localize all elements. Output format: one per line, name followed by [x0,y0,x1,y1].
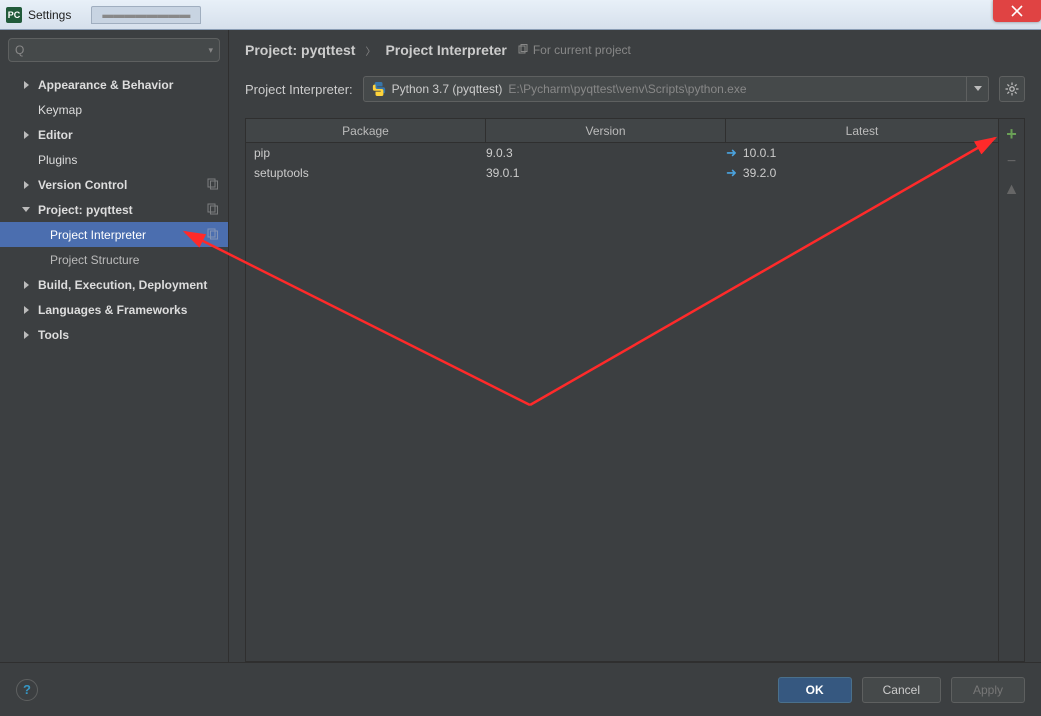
sidebar-item[interactable]: Appearance & Behavior [0,72,228,97]
cell-latest: ➜ 10.0.1 [726,145,998,161]
breadcrumb-hint-text: For current project [533,43,631,57]
sidebar-item[interactable]: Plugins [0,147,228,172]
breadcrumb: Project: pyqttest 〉 Project Interpreter … [245,42,1025,58]
cell-latest: ➜ 39.2.0 [726,165,998,181]
main-panel: Project: pyqttest 〉 Project Interpreter … [229,30,1041,662]
app-icon: PC [6,7,22,23]
breadcrumb-project: Project: pyqttest [245,42,355,58]
gear-icon [1005,82,1019,96]
interpreter-select[interactable]: Python 3.7 (pyqttest) E:\Pycharm\pyqttes… [363,76,989,102]
copy-icon [517,44,529,56]
upgrade-package-button[interactable]: ▲ [1003,181,1021,199]
sidebar-item-project-interpreter[interactable]: Project Interpreter [0,222,228,247]
sidebar-item-label: Tools [38,328,69,342]
sidebar-item-label: Appearance & Behavior [38,78,173,92]
cell-latest-value: 39.2.0 [743,166,776,180]
project-badge-icon [206,202,220,216]
sidebar-item[interactable]: Build, Execution, Deployment [0,272,228,297]
table-row[interactable]: pip9.0.3➜ 10.0.1 [246,143,998,163]
interpreter-row: Project Interpreter: Python 3.7 (pyqttes… [245,76,1025,102]
sidebar-item-label: Version Control [38,178,127,192]
settings-tree: Appearance & Behavior Keymap Editor Plugins… [0,66,228,662]
sidebar-item[interactable]: Keymap [0,97,228,122]
sidebar-item[interactable]: Project Structure [0,247,228,272]
table-body: pip9.0.3➜ 10.0.1 setuptools39.0.1➜ 39.2.0 [246,143,998,183]
col-package[interactable]: Package [246,119,486,142]
interpreter-label: Project Interpreter: [245,82,353,97]
upgrade-arrow-icon: ➜ [726,145,737,161]
chevron-down-icon [974,86,982,92]
col-version[interactable]: Version [486,119,726,142]
sidebar-item-label: Editor [38,128,73,142]
upgrade-arrow-icon: ➜ [726,165,737,181]
sidebar-item-label: Build, Execution, Deployment [38,278,207,292]
chevron-right-icon: 〉 [365,43,375,58]
footer: ? OK Cancel Apply [0,662,1041,716]
interpreter-settings-button[interactable] [999,76,1025,102]
search-input-wrapper[interactable]: Q ▾ [8,38,220,62]
table-row[interactable]: setuptools39.0.1➜ 39.2.0 [246,163,998,183]
col-latest[interactable]: Latest [726,119,998,142]
apply-button[interactable]: Apply [951,677,1025,703]
table-header: Package Version Latest [246,119,998,143]
cell-package: setuptools [246,166,486,180]
sidebar-item[interactable]: Version Control [0,172,228,197]
sidebar-item-label: Project Structure [50,253,139,267]
cell-latest-value: 10.0.1 [743,146,776,160]
interpreter-name: Python 3.7 (pyqttest) [392,82,503,96]
sidebar-item-label: Project Interpreter [50,228,146,242]
interpreter-path: E:\Pycharm\pyqttest\venv\Scripts\python.… [508,82,746,96]
interpreter-dropdown-button[interactable] [966,77,988,101]
background-tab: ▬▬▬▬▬▬▬▬ [91,6,201,24]
window-title: Settings [28,8,71,22]
sidebar-item[interactable]: Languages & Frameworks [0,297,228,322]
project-badge-icon [206,227,220,241]
cell-package: pip [246,146,486,160]
cancel-button[interactable]: Cancel [862,677,941,703]
project-badge-icon [206,177,220,191]
sidebar-item[interactable]: Tools [0,322,228,347]
breadcrumb-hint: For current project [517,43,631,57]
titlebar: PC Settings ▬▬▬▬▬▬▬▬ [0,0,1041,30]
sidebar-item-label: Plugins [38,153,77,167]
sidebar: Q ▾ Appearance & Behavior Keymap Editor Plu… [0,30,229,662]
sidebar-item[interactable]: Project: pyqttest [0,197,228,222]
cell-version: 39.0.1 [486,166,726,180]
close-icon [1011,5,1023,17]
ok-button[interactable]: OK [778,677,852,703]
python-icon [372,82,386,96]
remove-package-button[interactable]: − [1003,153,1021,171]
window-close-button[interactable] [993,0,1041,22]
search-icon: Q [15,43,24,57]
search-input[interactable] [28,43,208,57]
help-button[interactable]: ? [16,679,38,701]
table-toolbar: + − ▲ [998,119,1024,661]
sidebar-item-label: Project: pyqttest [38,203,133,217]
breadcrumb-page: Project Interpreter [385,42,506,58]
cell-version: 9.0.3 [486,146,726,160]
add-package-button[interactable]: + [1003,125,1021,143]
chevron-down-icon: ▾ [208,45,213,56]
packages-table: Package Version Latest pip9.0.3➜ 10.0.1 se… [245,118,1025,662]
sidebar-item-label: Keymap [38,103,82,117]
sidebar-item[interactable]: Editor [0,122,228,147]
sidebar-item-label: Languages & Frameworks [38,303,187,317]
